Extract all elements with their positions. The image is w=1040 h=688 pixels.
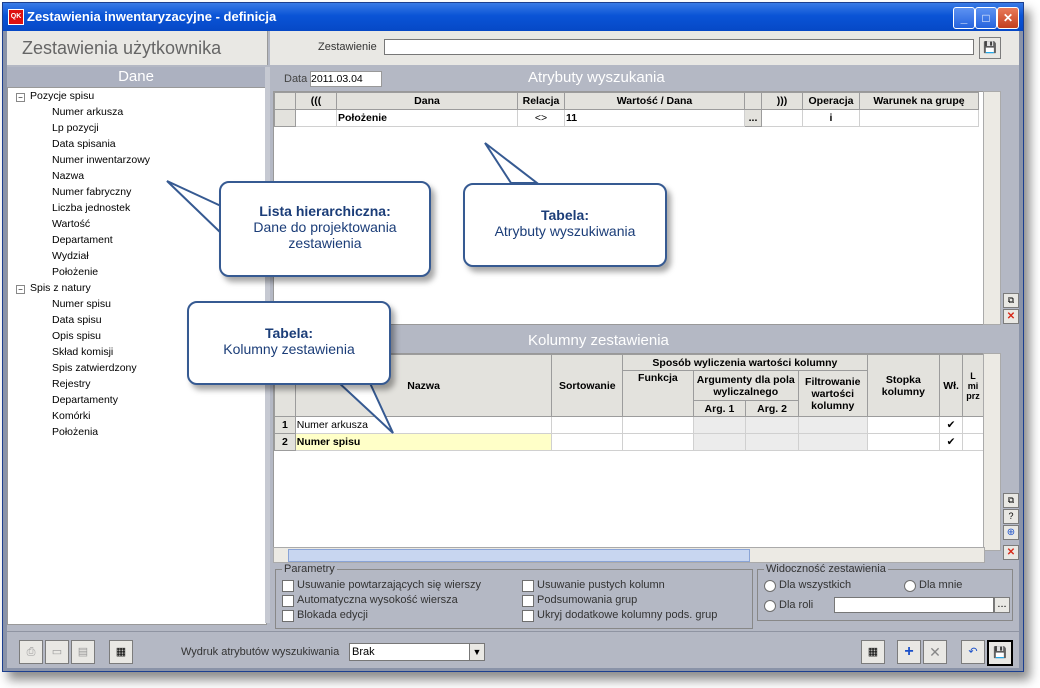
callout-pointer-tree bbox=[166, 180, 222, 236]
report-icon[interactable]: ▦ bbox=[109, 640, 133, 664]
title-bar: QK Zestawienia inwentaryzacyjne - defini… bbox=[3, 3, 1023, 31]
maximize-button[interactable]: □ bbox=[975, 7, 997, 29]
client-area: Zestawienia użytkownika Zestawienie 💾 Da… bbox=[7, 31, 1019, 668]
callout-pointer-columns bbox=[334, 380, 394, 434]
callout-tree: Lista hierarchiczna: Dane do projektowan… bbox=[219, 181, 431, 277]
close-button[interactable]: ✕ bbox=[997, 7, 1019, 29]
print-icon[interactable]: ⎙ bbox=[19, 640, 43, 664]
add-icon[interactable]: + bbox=[897, 640, 921, 664]
footer-bar: ⎙ ▭ ▤ ▦ Wydruk atrybutów wyszukiwania Br… bbox=[7, 631, 1019, 668]
callout-pointers bbox=[166, 142, 540, 434]
callout-pointer-search bbox=[484, 142, 540, 184]
callout-search: Tabela: Atrybuty wyszukiwania bbox=[463, 183, 667, 267]
wydruk-label: Wydruk atrybutów wyszukiwania bbox=[181, 646, 340, 658]
undo-icon[interactable]: ↶ bbox=[961, 640, 985, 664]
minimize-button[interactable]: _ bbox=[953, 7, 975, 29]
copy-definition-icon[interactable]: ▦ bbox=[861, 640, 885, 664]
export-icon[interactable]: ▤ bbox=[71, 640, 95, 664]
callout-columns: Tabela: Kolumny zestawienia bbox=[187, 301, 391, 385]
delete-icon[interactable]: ✕ bbox=[923, 640, 947, 664]
window-title: Zestawienia inwentaryzacyjne - definicja bbox=[27, 9, 277, 24]
preview-icon[interactable]: ▭ bbox=[45, 640, 69, 664]
save-icon[interactable]: 💾 bbox=[987, 640, 1013, 666]
chevron-down-icon[interactable]: ▼ bbox=[469, 644, 484, 660]
app-window: QK Zestawienia inwentaryzacyjne - defini… bbox=[2, 2, 1024, 672]
wydruk-select[interactable]: Brak ▼ bbox=[349, 643, 485, 661]
app-icon: QK bbox=[8, 9, 24, 25]
